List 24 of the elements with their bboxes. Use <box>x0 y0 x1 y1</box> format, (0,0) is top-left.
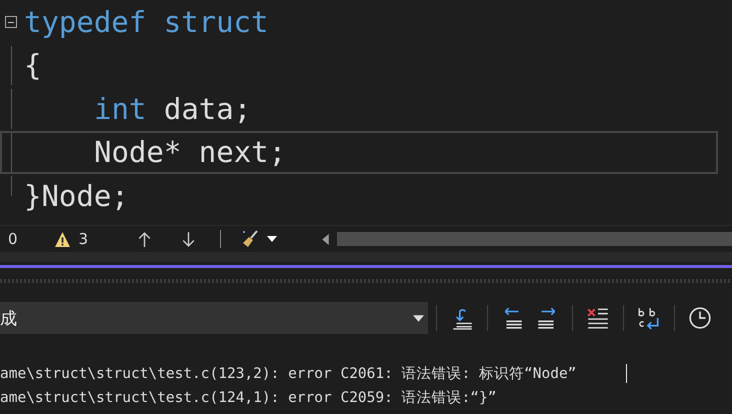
code-token: }Node; <box>24 178 129 213</box>
keyword: struct <box>164 4 268 39</box>
keyword: int <box>94 92 146 126</box>
collapse-icon[interactable] <box>5 16 17 28</box>
output-line: ame\struct\struct\test.c(123,2): error C2061: 语法错误: 标识符“Node” <box>0 365 576 384</box>
code-token: next; <box>198 135 286 170</box>
error-count[interactable]: 0 <box>8 230 18 248</box>
keyword: typedef <box>24 4 146 39</box>
warning-icon[interactable] <box>54 230 71 248</box>
code-token: data; <box>164 92 252 126</box>
output-source-dropdown[interactable]: 成 <box>0 302 428 334</box>
broom-icon[interactable] <box>240 229 260 249</box>
text-cursor <box>626 364 627 383</box>
clear-all-icon[interactable] <box>586 306 610 330</box>
clock-icon[interactable] <box>688 306 712 330</box>
code-token: { <box>24 48 42 82</box>
word-wrap-icon[interactable] <box>637 306 661 330</box>
code-token: Node* <box>94 135 182 170</box>
output-line: ame\struct\struct\test.c(124,1): error C2059: 语法错误:“}” <box>0 389 496 408</box>
caret-icon[interactable] <box>413 314 424 322</box>
caret-icon[interactable] <box>267 236 278 242</box>
warning-count[interactable]: 3 <box>78 230 88 248</box>
horizontal-scrollbar[interactable] <box>337 232 732 246</box>
scroll-left-icon[interactable] <box>322 234 330 244</box>
